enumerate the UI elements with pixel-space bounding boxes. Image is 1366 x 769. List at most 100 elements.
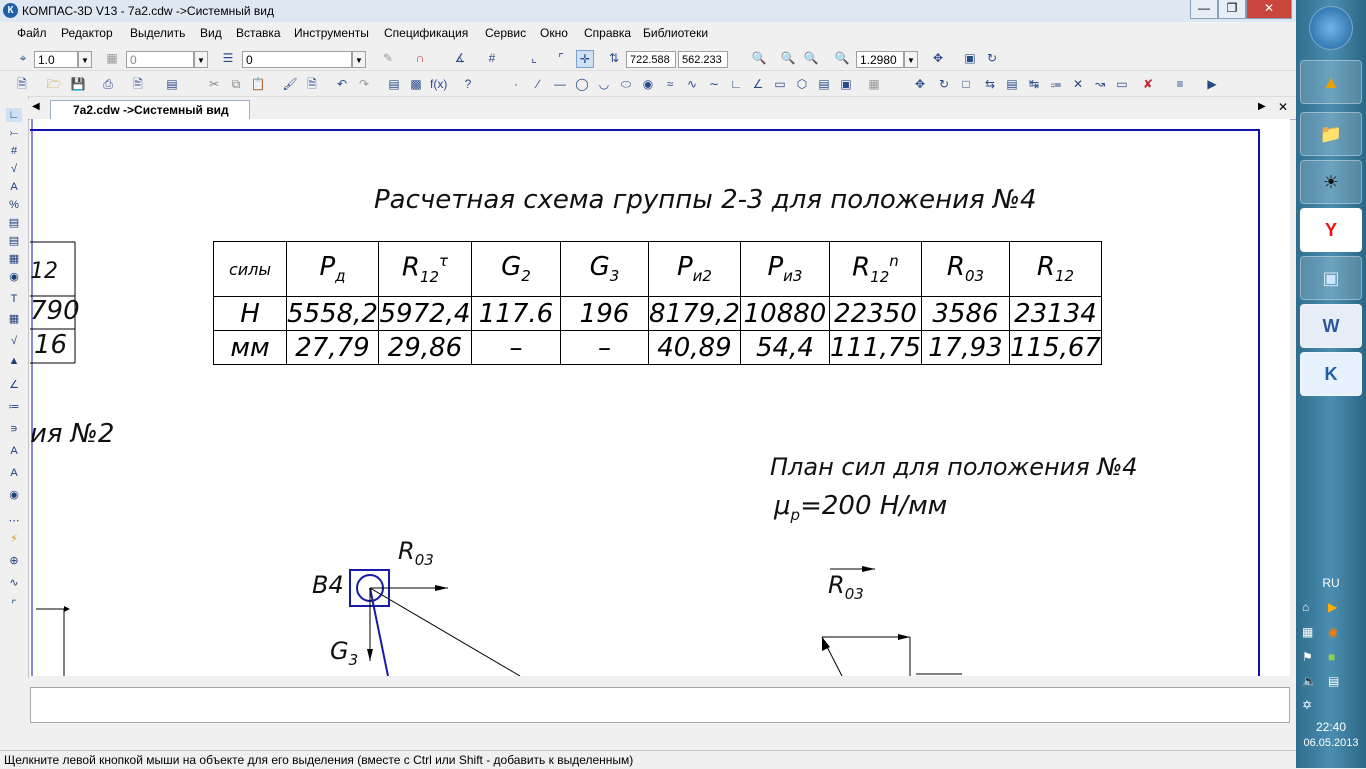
layer-dropdown[interactable]: ▼ (194, 51, 208, 68)
menu-view[interactable]: Вид (200, 26, 222, 40)
copy-objects-icon[interactable]: ▤ (1004, 76, 1020, 92)
cursor-x-field[interactable]: 722.588 (626, 51, 676, 68)
show-all-icon[interactable]: ▣ (962, 50, 978, 66)
parametrization-panel-icon[interactable]: A (6, 180, 22, 194)
menu-insert[interactable]: Вставка (236, 26, 281, 40)
menu-service[interactable]: Сервис (485, 26, 526, 40)
clock-time[interactable]: 22:40 (1300, 720, 1362, 734)
mirror-icon[interactable]: ⇆ (982, 76, 998, 92)
network-icon[interactable]: ⌂ (1302, 600, 1309, 614)
explorer-icon[interactable]: 📁 (1300, 112, 1362, 156)
break-icon[interactable]: ⩴ (1048, 76, 1064, 92)
style-icon[interactable]: ☰ (220, 50, 236, 66)
measure-panel-icon[interactable]: % (6, 198, 22, 212)
table-icon[interactable]: ▦ (6, 312, 22, 326)
guitar-pro-icon[interactable]: ☀ (1300, 160, 1362, 204)
leader-icon[interactable]: ∠ (6, 378, 22, 392)
speaker-icon[interactable]: ✡ (1302, 698, 1312, 712)
start-orb[interactable] (1309, 6, 1353, 50)
zoom-field[interactable]: 1.2980 (856, 51, 904, 68)
language-indicator[interactable]: RU (1316, 576, 1346, 590)
close-icon[interactable]: ✕ (1246, 0, 1292, 19)
aimp-icon[interactable]: ▲ (1300, 60, 1362, 104)
print-icon[interactable]: ⎙ (100, 76, 116, 92)
circle-tangent-icon[interactable]: ◉ (640, 76, 656, 92)
layer-field[interactable]: 0 (126, 51, 194, 68)
kompas-icon[interactable]: K (1300, 352, 1362, 396)
contour-icon[interactable]: ▦ (866, 76, 882, 92)
pan-icon[interactable]: ✥ (930, 50, 946, 66)
close-document-icon[interactable]: ✕ (1278, 100, 1288, 114)
style-field[interactable]: 0 (242, 51, 352, 68)
zoom-out-icon[interactable]: 🔍 (803, 50, 819, 66)
lightning-icon[interactable]: ⚡ (6, 532, 22, 546)
trim-icon[interactable]: ✕ (1070, 76, 1086, 92)
menu-libraries[interactable]: Библиотеки (643, 26, 708, 40)
step-field[interactable]: 1.0 (34, 51, 78, 68)
section-icon[interactable]: ∍ (6, 422, 22, 436)
menu-window[interactable]: Окно (540, 26, 568, 40)
grid-icon[interactable]: # (484, 50, 500, 66)
dimensions-panel-icon[interactable]: ⤚ (6, 126, 22, 140)
nvidia-icon[interactable]: ■ (1328, 650, 1335, 664)
break-line-icon[interactable]: ⌜ (6, 598, 22, 612)
save-icon[interactable]: 💾 (70, 76, 86, 92)
menu-tools[interactable]: Инструменты (294, 26, 369, 40)
chamfer-icon[interactable]: ∠ (750, 76, 766, 92)
menu-specification[interactable]: Спецификация (384, 26, 468, 40)
step-dropdown[interactable]: ▼ (78, 51, 92, 68)
image-viewer-icon[interactable]: ▣ (1300, 256, 1362, 300)
clip-icon[interactable]: ▭ (1114, 76, 1130, 92)
tab-document[interactable]: 7a2.cdw ->Системный вид (50, 100, 250, 119)
new-document-icon[interactable]: 🗎 (14, 76, 30, 92)
properties-doc-icon[interactable]: 🗎 (304, 76, 320, 92)
segment-icon[interactable]: — (552, 76, 568, 92)
kompas-app-icon[interactable]: К (3, 3, 18, 18)
format-brush-icon[interactable]: 🖌 (282, 76, 298, 92)
snap-step-icon[interactable]: ⌖ (15, 50, 31, 66)
point-icon[interactable]: · (508, 76, 524, 92)
menu-select[interactable]: Выделить (130, 26, 185, 40)
rectangle-icon[interactable]: ▭ (772, 76, 788, 92)
base-icon[interactable]: ▲ (6, 354, 22, 368)
bezier-icon[interactable]: ∼ (706, 76, 722, 92)
zoom-in-icon[interactable]: 🔍 (780, 50, 796, 66)
minimize-icon[interactable]: — (1190, 0, 1218, 19)
undo-icon[interactable]: ↶ (334, 76, 350, 92)
zoom-window-icon[interactable]: 🔍 (751, 50, 767, 66)
spline-icon[interactable]: ≈ (662, 76, 678, 92)
views-panel-icon[interactable]: ▦ (6, 252, 22, 266)
layer-icon[interactable]: ▦ (104, 50, 120, 66)
circle-icon[interactable]: ◯ (574, 76, 590, 92)
copy-icon[interactable]: ⧉ (228, 76, 244, 92)
axis-icon[interactable]: ◉ (6, 488, 22, 502)
arc-icon[interactable]: ◡ (596, 76, 612, 92)
refresh-icon[interactable]: ↻ (984, 50, 1000, 66)
symbols-panel-icon[interactable]: # (6, 144, 22, 158)
style-dropdown[interactable]: ▼ (352, 51, 366, 68)
insert-panel-icon[interactable]: ◉ (6, 270, 22, 284)
manager-icon[interactable]: ▤ (164, 76, 180, 92)
tray-app-icon[interactable]: ▶ (1328, 600, 1337, 614)
move-icon[interactable]: ✥ (912, 76, 928, 92)
roughness-icon[interactable]: √ (6, 334, 22, 348)
select-icon[interactable]: ▶ (1204, 76, 1220, 92)
local-cs-icon[interactable]: ⌞ (526, 50, 542, 66)
clipboard-tray-icon[interactable]: ▦ (1302, 625, 1313, 639)
select-panel-icon[interactable]: ▤ (6, 216, 22, 230)
tolerance-icon[interactable]: A (6, 444, 22, 458)
aux-line-icon[interactable]: ∕ (530, 76, 546, 92)
maximize-icon[interactable]: ❐ (1218, 0, 1246, 19)
action-center-icon[interactable]: ⚑ (1302, 650, 1313, 664)
drawing-canvas[interactable]: Расчетная схема группы 2-3 для положения… (30, 119, 1290, 676)
arrow-view-icon[interactable]: A (6, 466, 22, 480)
ortho-icon[interactable]: ∡ (452, 50, 468, 66)
help-pointer-icon[interactable]: ? (460, 76, 476, 92)
geometry-panel-icon[interactable]: ∟ (6, 108, 22, 122)
open-folder-icon[interactable]: 🗁 (46, 76, 62, 92)
deform-icon[interactable]: ↹ (1026, 76, 1042, 92)
text-icon[interactable]: T (6, 292, 22, 306)
hatch-icon[interactable]: ▤ (816, 76, 832, 92)
edit-panel-icon[interactable]: √ (6, 162, 22, 176)
wave-line-icon[interactable]: ∿ (6, 576, 22, 590)
